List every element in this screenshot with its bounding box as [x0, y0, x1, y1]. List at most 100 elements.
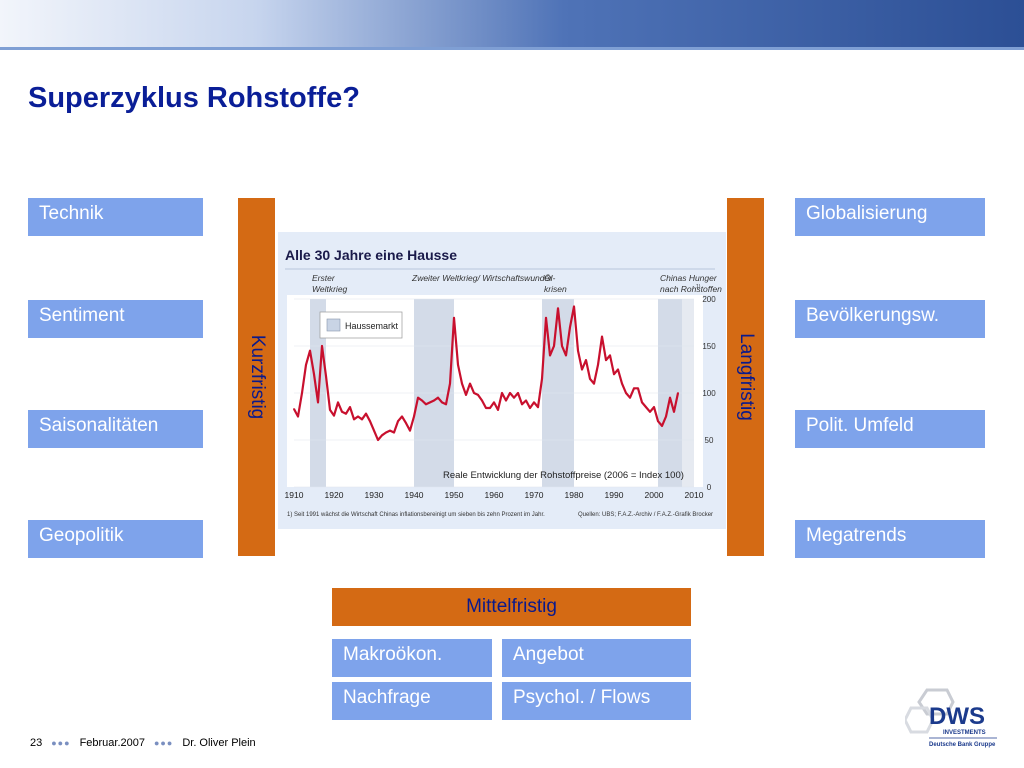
separator-dots-icon: ●●●	[51, 738, 71, 748]
data-point	[657, 420, 659, 423]
data-point	[341, 410, 343, 413]
factor-box-globalisierung: Globalisierung	[795, 198, 985, 236]
data-point	[561, 345, 563, 347]
chart-title: Alle 30 Jahre eine Hausse	[285, 247, 457, 263]
period-label: Zweiter Weltkrieg/ Wirtschaftswunder	[411, 273, 553, 283]
data-point	[305, 363, 307, 366]
x-tick-label: 1930	[365, 490, 384, 500]
data-point	[481, 399, 483, 402]
data-point	[409, 429, 411, 432]
data-point	[385, 431, 387, 434]
data-point	[621, 382, 623, 385]
data-point	[497, 409, 499, 411]
data-point	[345, 412, 347, 415]
data-point	[317, 401, 319, 404]
page-title: Superzyklus Rohstoffe?	[28, 82, 360, 114]
data-point	[429, 401, 431, 404]
data-point	[629, 396, 631, 399]
period-label: Öl-	[544, 273, 556, 283]
factor-box-technik: Technik	[28, 198, 203, 236]
data-point	[501, 392, 503, 394]
period-label: Weltkrieg	[312, 284, 348, 294]
data-point	[477, 393, 479, 396]
data-point	[461, 382, 463, 385]
data-point	[605, 359, 607, 361]
period-label: Chinas Hunger	[660, 273, 718, 283]
data-point	[297, 415, 299, 418]
data-point	[469, 382, 471, 385]
chart-footnote: 1) Seit 1991 wächst die Wirtschaft China…	[287, 512, 545, 518]
data-point	[653, 406, 655, 408]
data-point	[529, 407, 531, 409]
data-point	[557, 307, 559, 310]
dws-logo: DWS INVESTMENTS Deutsche Bank Gruppe	[905, 688, 997, 748]
data-point	[433, 399, 435, 402]
data-point	[609, 354, 611, 357]
factor-box-megatrends: Megatrends	[795, 520, 985, 558]
data-point	[333, 414, 335, 417]
data-point	[421, 399, 423, 402]
data-point	[357, 415, 359, 418]
factor-box-polit-umfeld: Polit. Umfeld	[795, 410, 985, 448]
factor-box-geopolitik: Geopolitik	[28, 520, 203, 558]
data-point	[537, 406, 539, 408]
data-point	[633, 387, 635, 390]
short-term-bar: Kurzfristig	[238, 198, 275, 556]
legend-label: Haussemarkt	[345, 321, 399, 331]
period-label: Erster	[312, 273, 336, 283]
data-point	[673, 410, 675, 413]
data-point	[517, 392, 519, 394]
x-tick-label: 1910	[285, 490, 304, 500]
short-term-label: Kurzfristig	[246, 334, 268, 420]
x-tick-label: 1990	[605, 490, 624, 500]
data-point	[521, 403, 523, 406]
y-tick-label: 200	[702, 295, 716, 304]
x-tick-label: 2000	[645, 490, 664, 500]
x-tick-label: 1980	[565, 490, 584, 500]
data-point	[589, 378, 591, 380]
data-point	[553, 345, 555, 347]
data-point	[661, 425, 663, 427]
logo-subline: INVESTMENTS	[943, 730, 986, 736]
data-point	[493, 401, 495, 404]
data-point	[381, 434, 383, 437]
data-point	[669, 396, 671, 399]
data-point	[349, 406, 351, 408]
factor-box-bevoelkerung: Bevölkerungsw.	[795, 300, 985, 338]
data-point	[393, 431, 395, 434]
factor-box-psychol-flows: Psychol. / Flows	[502, 682, 691, 720]
footer: 23 ●●● Februar.2007 ●●● Dr. Oliver Plein	[30, 737, 256, 749]
data-point	[453, 316, 455, 319]
data-point	[313, 373, 315, 376]
x-tick-label: 1920	[325, 490, 344, 500]
chart-subtitle: Reale Entwicklung der Rohstoffpreise (20…	[443, 470, 684, 481]
data-point	[405, 422, 407, 424]
data-point	[413, 415, 415, 418]
factor-box-saisonalitaeten: Saisonalitäten	[28, 410, 203, 448]
data-point	[485, 407, 487, 409]
data-point	[437, 396, 439, 399]
header-banner	[0, 0, 1024, 50]
y-tick-label: 100	[702, 389, 716, 398]
data-point	[569, 326, 571, 329]
data-point	[549, 354, 551, 357]
data-point	[309, 349, 311, 352]
chart-svg: Alle 30 Jahre eine Hausse 200 150 100 50 0 19…	[278, 232, 726, 529]
y-tick-label: 150	[702, 342, 716, 351]
data-point	[449, 382, 451, 385]
footer-date: Februar.2007	[79, 737, 145, 749]
page-number: 23	[30, 737, 43, 749]
logo-brand: DWS	[929, 703, 985, 730]
data-point	[509, 392, 511, 394]
data-point	[389, 429, 391, 432]
data-point	[337, 401, 339, 404]
data-point	[649, 410, 651, 413]
long-term-label: Langfristig	[735, 333, 757, 421]
data-point	[541, 378, 543, 380]
data-point	[513, 396, 515, 399]
data-point	[353, 418, 355, 421]
data-point	[597, 363, 599, 366]
data-point	[573, 305, 575, 308]
y-tick-label: 0	[707, 483, 712, 492]
commodity-chart: Alle 30 Jahre eine Hausse 200 150 100 50 0 19…	[278, 232, 726, 529]
